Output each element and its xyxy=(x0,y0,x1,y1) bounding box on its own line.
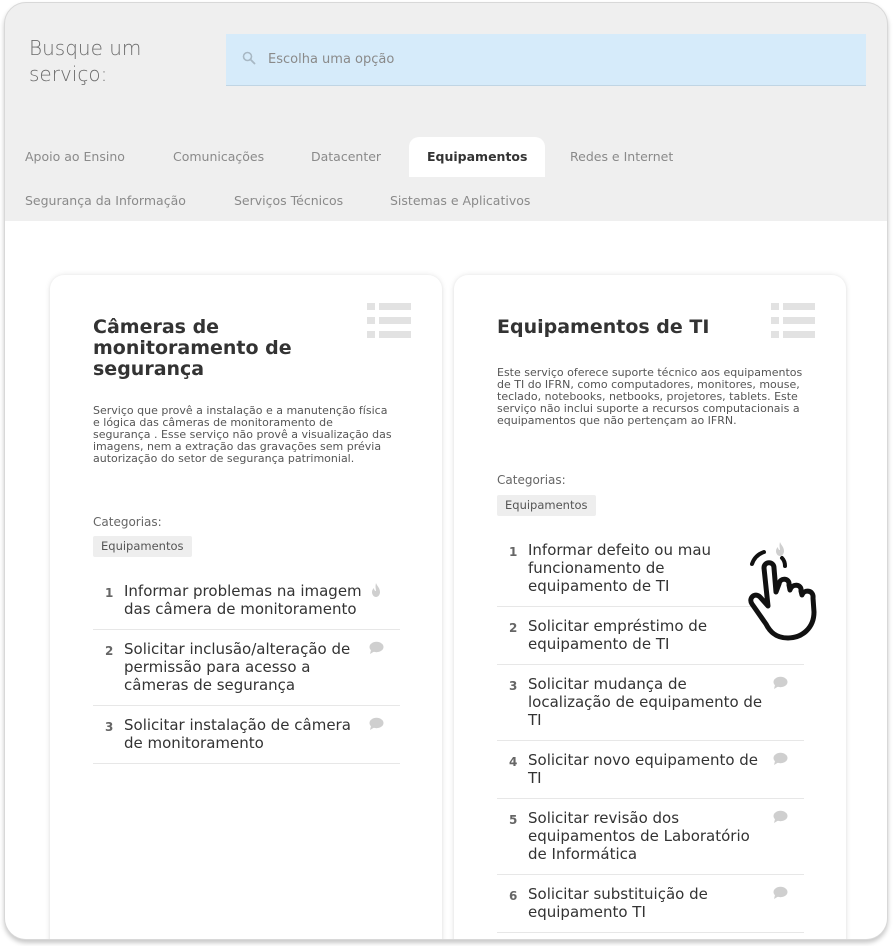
service-card-cameras: Câmeras de monitoramento de segurança Se… xyxy=(50,275,442,939)
card-title: Equipamentos de TI xyxy=(497,316,710,338)
chat-bubble-icon xyxy=(773,676,788,689)
service-number: 2 xyxy=(509,621,518,635)
service-label: Solicitar revisão dos equipamentos de La… xyxy=(528,809,750,863)
service-number: 3 xyxy=(509,679,518,693)
app-frame: Busque um serviço: Escolha uma opção Apo… xyxy=(4,2,888,940)
service-item[interactable]: 3 Solicitar instalação de câmera de moni… xyxy=(93,706,400,764)
search-icon xyxy=(242,51,256,64)
chat-bubble-icon xyxy=(773,886,788,899)
tab-comunicacoes[interactable]: Comunicações xyxy=(173,137,264,177)
tab-redes-e-internet[interactable]: Redes e Internet xyxy=(570,137,673,177)
service-list: 1 Informar problemas na imagem das câmer… xyxy=(93,572,400,764)
chat-bubble-icon xyxy=(773,752,788,765)
hand-cursor-icon xyxy=(748,550,817,641)
search-row: Busque um serviço: Escolha uma opção xyxy=(5,3,887,115)
service-number: 5 xyxy=(509,813,518,827)
service-number: 2 xyxy=(105,644,114,658)
tab-servicos-tecnicos[interactable]: Serviços Técnicos xyxy=(234,181,343,221)
tab-sistemas-e-aplicativos[interactable]: Sistemas e Aplicativos xyxy=(390,181,530,221)
card-description: Serviço que provê a instalação e a manut… xyxy=(93,404,392,465)
service-label: Solicitar instalação de câmera de monito… xyxy=(124,716,351,752)
service-item[interactable]: 5 Solicitar revisão dos equipamentos de … xyxy=(497,799,804,875)
service-label: Solicitar novo equipamento de TI xyxy=(528,751,759,787)
tab-apoio-ao-ensino[interactable]: Apoio ao Ensino xyxy=(25,137,125,177)
service-number: 3 xyxy=(105,720,114,734)
categories-label: Categorias: xyxy=(497,473,566,487)
service-item[interactable]: 1 Informar problemas na imagem das câmer… xyxy=(93,572,400,630)
categories-label: Categorias: xyxy=(93,515,162,529)
service-number: 6 xyxy=(509,889,518,903)
card-title: Câmeras de monitoramento de segurança xyxy=(93,316,292,380)
service-item[interactable]: 3 Solicitar mudança de localização de eq… xyxy=(497,665,804,741)
service-label: Solicitar empréstimo de equipamento de T… xyxy=(528,617,708,653)
list-icon xyxy=(771,303,815,338)
tab-equipamentos[interactable]: Equipamentos xyxy=(409,137,546,177)
chat-bubble-icon xyxy=(369,641,384,654)
tab-datacenter[interactable]: Datacenter xyxy=(311,137,381,177)
chat-bubble-icon xyxy=(773,810,788,823)
category-badge[interactable]: Equipamentos xyxy=(497,495,596,516)
service-label: Solicitar inclusão/alteração de permissã… xyxy=(124,640,351,694)
chat-bubble-icon xyxy=(369,717,384,730)
service-item[interactable]: 2 Solicitar inclusão/alteração de permis… xyxy=(93,630,400,706)
service-number: 1 xyxy=(509,545,518,559)
list-icon xyxy=(367,303,411,338)
service-label: Informar defeito ou mau funcionamento de… xyxy=(528,541,712,595)
tab-seguranca-da-informacao[interactable]: Segurança da Informação xyxy=(25,181,186,221)
service-item[interactable]: 6 Solicitar substituição de equipamento … xyxy=(497,875,804,933)
search-label: Busque um serviço: xyxy=(29,36,142,86)
search-placeholder: Escolha uma opção xyxy=(268,52,395,67)
service-label: Solicitar mudança de localização de equi… xyxy=(528,675,763,729)
category-badge[interactable]: Equipamentos xyxy=(93,536,192,557)
service-number: 4 xyxy=(509,755,518,769)
service-number: 1 xyxy=(105,586,114,600)
service-item[interactable]: 4 Solicitar novo equipamento de TI xyxy=(497,741,804,799)
fire-icon xyxy=(372,583,380,597)
card-description: Este serviço oferece suporte técnico aos… xyxy=(497,366,803,427)
search-input[interactable]: Escolha uma opção xyxy=(226,34,866,86)
service-label: Informar problemas na imagem das câmera … xyxy=(124,582,362,618)
service-label: Solicitar substituição de equipamento TI xyxy=(528,885,708,921)
